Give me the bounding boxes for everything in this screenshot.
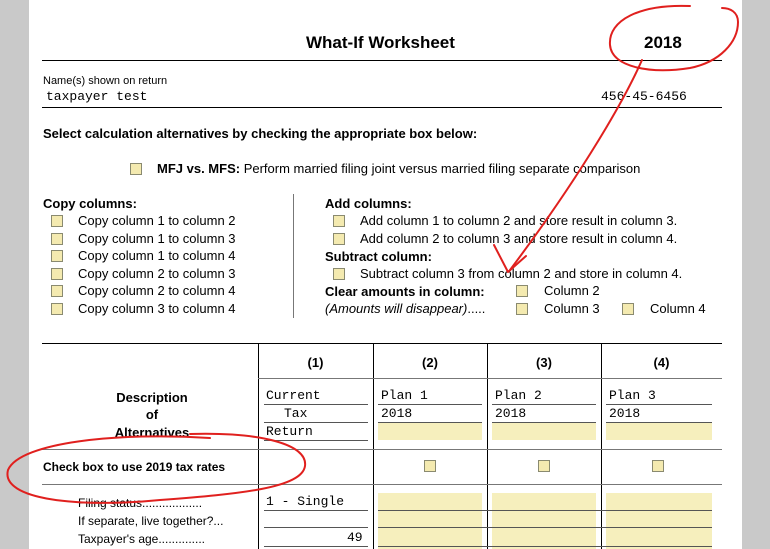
plan1-name-underline xyxy=(378,404,482,405)
copy-2-to-3-label: Copy column 2 to column 3 xyxy=(78,266,236,281)
mfj-mfs-label: MFJ vs. MFS: xyxy=(157,161,241,176)
live-together-label: If separate, live together?... xyxy=(78,514,224,528)
check-2019-label: Check box to use 2019 tax rates xyxy=(43,460,226,474)
desc-heading-line3: Alternatives xyxy=(114,425,190,440)
plan2-year[interactable]: 2018 xyxy=(495,406,526,421)
add-2-to-3-checkbox[interactable] xyxy=(333,233,345,245)
taxpayer-age-col1[interactable]: 49 xyxy=(347,530,363,545)
clear-col2-checkbox[interactable] xyxy=(516,285,528,297)
clear-col4-label: Column 4 xyxy=(650,301,706,316)
plan2-row-fields[interactable] xyxy=(492,493,596,549)
use-2019-plan1-checkbox[interactable] xyxy=(424,460,436,472)
taxpayer-age-underline xyxy=(264,546,368,547)
clear-col2-label: Column 2 xyxy=(544,283,600,298)
clear-col3-label: Column 3 xyxy=(544,301,600,316)
copy-columns-heading: Copy columns: xyxy=(43,196,137,211)
copy-2-to-3-checkbox[interactable] xyxy=(51,268,63,280)
name-divider xyxy=(42,107,722,108)
col1-line1[interactable]: Current xyxy=(266,388,321,403)
plan3-name-underline xyxy=(606,404,712,405)
filing-status-col1[interactable]: 1 - Single xyxy=(266,494,344,509)
col-number-2: (2) xyxy=(422,355,438,370)
plan1-row-fields[interactable] xyxy=(378,493,482,549)
options-column-divider xyxy=(293,194,294,318)
plan-row-underline-2 xyxy=(378,527,712,528)
add-2-to-3-label: Add column 2 to column 3 and store resul… xyxy=(360,231,678,246)
mfj-mfs-option: MFJ vs. MFS: Perform married filing join… xyxy=(157,161,640,176)
copy-2-to-4-label: Copy column 2 to column 4 xyxy=(78,283,236,298)
plan3-row-fields[interactable] xyxy=(606,493,712,549)
plan3-third-line-field[interactable] xyxy=(606,423,712,440)
table-top-border xyxy=(42,343,722,344)
use-2019-plan3-checkbox[interactable] xyxy=(652,460,664,472)
tax-year: 2018 xyxy=(644,33,682,52)
add-1-to-2-label: Add column 1 to column 2 and store resul… xyxy=(360,213,678,228)
mfj-mfs-checkbox[interactable] xyxy=(130,163,142,175)
add-1-to-2-checkbox[interactable] xyxy=(333,215,345,227)
plan-row-underline-3 xyxy=(378,546,712,547)
copy-1-to-2-checkbox[interactable] xyxy=(51,215,63,227)
col-number-1: (1) xyxy=(307,355,324,370)
copy-1-to-4-checkbox[interactable] xyxy=(51,250,63,262)
right-margin-bar xyxy=(742,0,770,549)
plan2-third-line-field[interactable] xyxy=(492,423,596,440)
copy-1-to-3-checkbox[interactable] xyxy=(51,233,63,245)
clear-amounts-heading: Clear amounts in column: xyxy=(325,284,485,299)
table-rows-divider xyxy=(42,484,722,485)
table-col-divider-4 xyxy=(601,343,602,549)
desc-heading-line2: of xyxy=(145,407,159,422)
plan3-year[interactable]: 2018 xyxy=(609,406,640,421)
plan-row-underline-1 xyxy=(378,510,712,511)
column-number-underline xyxy=(258,378,722,379)
table-mid-divider xyxy=(42,449,722,450)
col1-line3[interactable]: Return xyxy=(266,424,313,439)
plan2-name-underline xyxy=(492,404,596,405)
header-divider xyxy=(42,60,722,61)
desc-heading-line1: Description xyxy=(116,390,188,405)
col-number-3: (3) xyxy=(536,355,552,370)
filing-status-label: Filing status.................. xyxy=(78,496,203,510)
copy-3-to-4-checkbox[interactable] xyxy=(51,303,63,315)
plan1-third-line-field[interactable] xyxy=(378,423,482,440)
col1-line2-underline xyxy=(264,422,368,423)
clear-amounts-note: (Amounts will disappear)..... xyxy=(325,301,486,316)
copy-1-to-2-label: Copy column 1 to column 2 xyxy=(78,213,236,228)
copy-2-to-4-checkbox[interactable] xyxy=(51,285,63,297)
table-col-divider-1 xyxy=(258,343,259,549)
copy-1-to-4-label: Copy column 1 to column 4 xyxy=(78,248,236,263)
use-2019-plan2-checkbox[interactable] xyxy=(538,460,550,472)
instruction-text: Select calculation alternatives by check… xyxy=(43,126,478,141)
clear-col4-checkbox[interactable] xyxy=(622,303,634,315)
subtract-label: Subtract column 3 from column 2 and stor… xyxy=(360,266,683,281)
name-label: Name(s) shown on return xyxy=(43,75,168,87)
taxpayer-ssn[interactable]: 456-45-6456 xyxy=(601,89,687,104)
copy-1-to-3-label: Copy column 1 to column 3 xyxy=(78,231,236,246)
col1-line1-underline xyxy=(264,404,368,405)
plan1-name[interactable]: Plan 1 xyxy=(381,388,428,403)
left-margin-bar xyxy=(0,0,29,549)
mfj-mfs-text: Perform married filing joint versus marr… xyxy=(243,161,641,176)
worksheet-title: What-If Worksheet xyxy=(306,33,455,52)
table-col-divider-3 xyxy=(487,343,488,549)
add-columns-heading: Add columns: xyxy=(325,196,412,211)
taxpayer-name[interactable]: taxpayer test xyxy=(46,89,147,104)
plan3-name[interactable]: Plan 3 xyxy=(609,388,656,403)
col1-line3-underline xyxy=(264,440,368,441)
plan2-name[interactable]: Plan 2 xyxy=(495,388,542,403)
subtract-column-heading: Subtract column: xyxy=(325,249,432,264)
copy-3-to-4-label: Copy column 3 to column 4 xyxy=(78,301,236,316)
filing-status-underline xyxy=(264,510,368,511)
taxpayer-age-label: Taxpayer's age.............. xyxy=(78,532,206,546)
col1-line2[interactable]: Tax xyxy=(284,406,307,421)
clear-col3-checkbox[interactable] xyxy=(516,303,528,315)
subtract-checkbox[interactable] xyxy=(333,268,345,280)
live-together-underline xyxy=(264,527,368,528)
table-col-divider-2 xyxy=(373,343,374,549)
plan1-year[interactable]: 2018 xyxy=(381,406,412,421)
col-number-4: (4) xyxy=(653,355,670,370)
